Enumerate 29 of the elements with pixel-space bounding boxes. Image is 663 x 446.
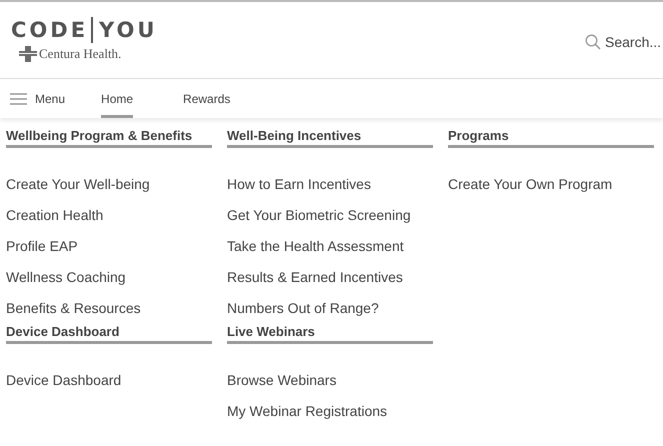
menu-link[interactable]: Profile EAP (6, 231, 212, 262)
menu-link[interactable]: Get Your Biometric Screening (227, 200, 433, 231)
menu-link[interactable]: Results & Earned Incentives (227, 262, 433, 293)
menu-icon (10, 92, 27, 104)
menu-link[interactable]: My Webinar Registrations (227, 396, 433, 427)
brand-name: Centura Health. (39, 46, 122, 62)
menu-link[interactable]: Creation Health (6, 200, 212, 231)
menu-link[interactable]: Device Dashboard (6, 365, 212, 396)
section-heading: Wellbeing Program & Benefits (6, 128, 212, 148)
cross-icon (19, 46, 37, 62)
menu-link[interactable]: Wellness Coaching (6, 262, 212, 293)
logo-text: YOU (99, 18, 158, 42)
menu-button[interactable]: Menu (10, 82, 66, 118)
nav-tab[interactable]: Rewards (183, 82, 230, 118)
section-heading: Device Dashboard (6, 324, 212, 344)
search-icon (585, 34, 601, 50)
menu-link[interactable]: Numbers Out of Range? (227, 293, 433, 324)
section-heading: Programs (448, 128, 654, 148)
menu-link[interactable]: Create Your Own Program (448, 169, 654, 200)
menu-link[interactable]: Browse Webinars (227, 365, 433, 396)
section-heading: Live Webinars (227, 324, 433, 344)
menu-link[interactable]: Benefits & Resources (6, 293, 212, 324)
menu-link[interactable]: How to Earn Incentives (227, 169, 433, 200)
menu-link[interactable]: Create Your Well-being (6, 169, 212, 200)
logo-text: CODE (11, 18, 88, 42)
logo-divider (91, 17, 94, 43)
section-heading: Well-Being Incentives (227, 128, 433, 148)
menu-link[interactable]: Take the Health Assessment (227, 231, 433, 262)
nav-tab[interactable]: Home (101, 82, 134, 118)
